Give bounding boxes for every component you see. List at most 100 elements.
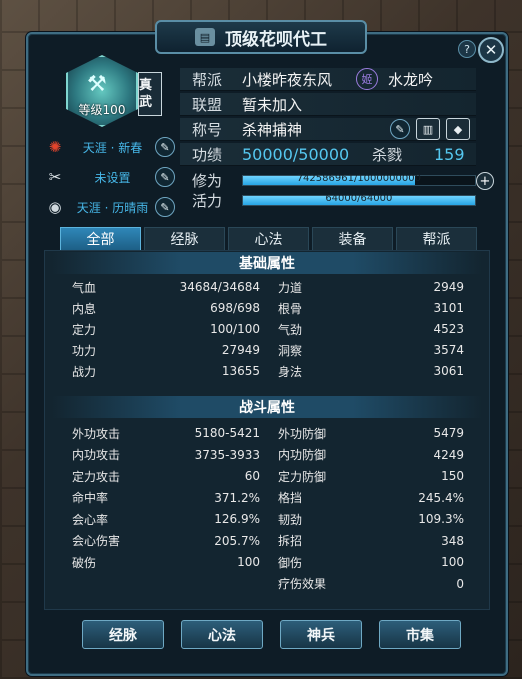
rank-badge: 真武 — [138, 72, 162, 116]
alliance-row: 联盟 暂未加入 — [180, 93, 476, 116]
stat-label: 韧劲 — [278, 512, 303, 527]
tab-bar: 全部 经脉 心法 装备 帮派 — [60, 227, 477, 251]
tab-equipment[interactable]: 装备 — [312, 227, 393, 251]
side-text-1: 天涯 · 新春 — [82, 140, 143, 155]
stat-label: 定力 — [72, 322, 97, 337]
stat-value: 4523 — [433, 322, 464, 336]
edit-pen-button-1[interactable]: ✎ — [155, 137, 175, 157]
close-button[interactable]: ✕ — [478, 37, 504, 63]
merit-label: 功绩 — [192, 145, 223, 164]
stat-value: 150 — [441, 469, 464, 483]
spouse-tag-icon: 姬 — [356, 68, 378, 90]
divine-weapon-button[interactable]: 神兵 — [280, 620, 362, 649]
edit-title-button[interactable]: ✎ — [390, 119, 410, 139]
stat-row: 疗伤效果 0 — [278, 575, 464, 593]
edit-pen-button-3[interactable]: ✎ — [155, 197, 175, 217]
help-button[interactable]: ? — [458, 40, 476, 58]
alliance-label: 联盟 — [192, 95, 223, 114]
stat-value: 100 — [237, 555, 260, 569]
stat-label: 命中率 — [72, 491, 109, 505]
tab-mind-method[interactable]: 心法 — [228, 227, 309, 251]
stat-value: 3574 — [433, 343, 464, 357]
tab-guild[interactable]: 帮派 — [396, 227, 477, 251]
stat-row: 外功防御 5479 — [278, 424, 464, 442]
stat-label: 功力 — [72, 343, 97, 358]
stat-row: 内功攻击 3735-3933 — [72, 446, 260, 464]
stat-label: 拆招 — [278, 534, 303, 548]
stat-value: 126.9% — [214, 512, 260, 526]
stat-row: 气劲 4523 — [278, 320, 464, 338]
stat-row: 外功攻击 5180-5421 — [72, 424, 260, 442]
cultivation-text: 742586961/1000000000 — [296, 172, 421, 184]
stat-value: 0 — [456, 576, 464, 591]
alliance-value: 暂未加入 — [242, 95, 303, 114]
tab-all[interactable]: 全部 — [60, 227, 141, 251]
stat-row: 定力 100/100 — [72, 320, 260, 338]
stat-row: 会心率 126.9% — [72, 510, 260, 528]
stat-row: 身法 3061 — [278, 362, 464, 380]
cultivation-row: 修为 742586961/1000000000 — [180, 170, 476, 190]
stat-label: 定力攻击 — [72, 469, 121, 484]
window-title-bar: ▤ 顶级花呗代工 — [155, 20, 367, 54]
stat-label: 内功防御 — [278, 448, 327, 462]
stat-row: 韧劲 109.3% — [278, 510, 464, 528]
stat-label: 气血 — [72, 280, 97, 295]
stat-value: 3061 — [433, 364, 464, 378]
stat-value: 371.2% — [214, 490, 260, 505]
merit-row: 功绩 50000/50000 杀戮 159 — [180, 143, 476, 166]
scroll-icon: ▤ — [195, 28, 215, 46]
stat-value: 5180-5421 — [194, 426, 260, 440]
stat-value: 2949 — [433, 280, 464, 294]
mind-method-button[interactable]: 心法 — [181, 620, 263, 649]
stat-value: 4249 — [433, 447, 464, 462]
stat-value: 698/698 — [210, 301, 260, 315]
stat-label: 会心率 — [72, 512, 109, 527]
market-button[interactable]: 市集 — [379, 620, 461, 649]
stat-label: 内息 — [72, 301, 97, 316]
stat-row: 内功防御 4249 — [278, 446, 464, 464]
add-cultivation-button[interactable]: + — [476, 172, 494, 190]
stat-row: 气血 34684/34684 — [72, 278, 260, 296]
stat-row: 格挡 245.4% — [278, 489, 464, 507]
stat-row: 定力防御 150 — [278, 467, 464, 485]
stat-row: 力道 2949 — [278, 278, 464, 296]
vitality-row: 活力 64000/64000 — [180, 190, 476, 210]
knot-icon: ✺ — [48, 138, 62, 156]
side-row-knot: ✺ 天涯 · 新春 ✎ — [40, 136, 175, 158]
scissors-icon: ✂ — [48, 168, 62, 186]
eye-icon[interactable]: ◆ — [446, 118, 470, 140]
stat-value: 3735-3933 — [194, 447, 260, 462]
rank-badge-text: 真武 — [139, 78, 153, 110]
bottom-button-bar: 经脉 心法 神兵 市集 — [82, 620, 461, 649]
stat-value: 348 — [441, 533, 464, 548]
stat-label: 洞察 — [278, 343, 303, 358]
stat-value: 205.7% — [214, 533, 260, 548]
stat-row: 战力 13655 — [72, 362, 260, 380]
basic-attributes-header: 基础属性 — [52, 252, 482, 274]
stat-label: 外功防御 — [278, 426, 327, 441]
edit-pen-button-2[interactable]: ✎ — [155, 167, 175, 187]
stat-label: 御伤 — [278, 555, 303, 570]
tab-meridians[interactable]: 经脉 — [144, 227, 225, 251]
faction-row: 帮派 小楼昨夜东风 姬 水龙吟 — [180, 68, 476, 91]
grid-icon[interactable]: ▥ — [416, 118, 440, 140]
portrait-icon: ◉ — [48, 198, 62, 216]
stat-row: 破伤 100 — [72, 553, 260, 571]
title-value: 杀神捕神 — [242, 120, 303, 139]
kills-value: 159 — [434, 144, 465, 164]
stat-label: 身法 — [278, 364, 303, 379]
spouse-name: 水龙吟 — [388, 70, 434, 89]
stat-label: 战力 — [72, 364, 97, 379]
faction-value: 小楼昨夜东风 — [242, 70, 333, 89]
stat-label: 破伤 — [72, 555, 97, 570]
stat-label: 疗伤效果 — [278, 577, 327, 591]
meridians-button[interactable]: 经脉 — [82, 620, 164, 649]
vitality-label: 活力 — [192, 191, 223, 210]
stat-value: 3101 — [433, 301, 464, 315]
level-text: 等级100 — [78, 103, 126, 117]
stat-row: 拆招 348 — [278, 532, 464, 550]
stat-label: 定力防御 — [278, 469, 327, 484]
emblem-glyph-icon: ⚒ — [87, 72, 107, 97]
stat-value: 100 — [441, 555, 464, 569]
stat-row: 御伤 100 — [278, 553, 464, 571]
